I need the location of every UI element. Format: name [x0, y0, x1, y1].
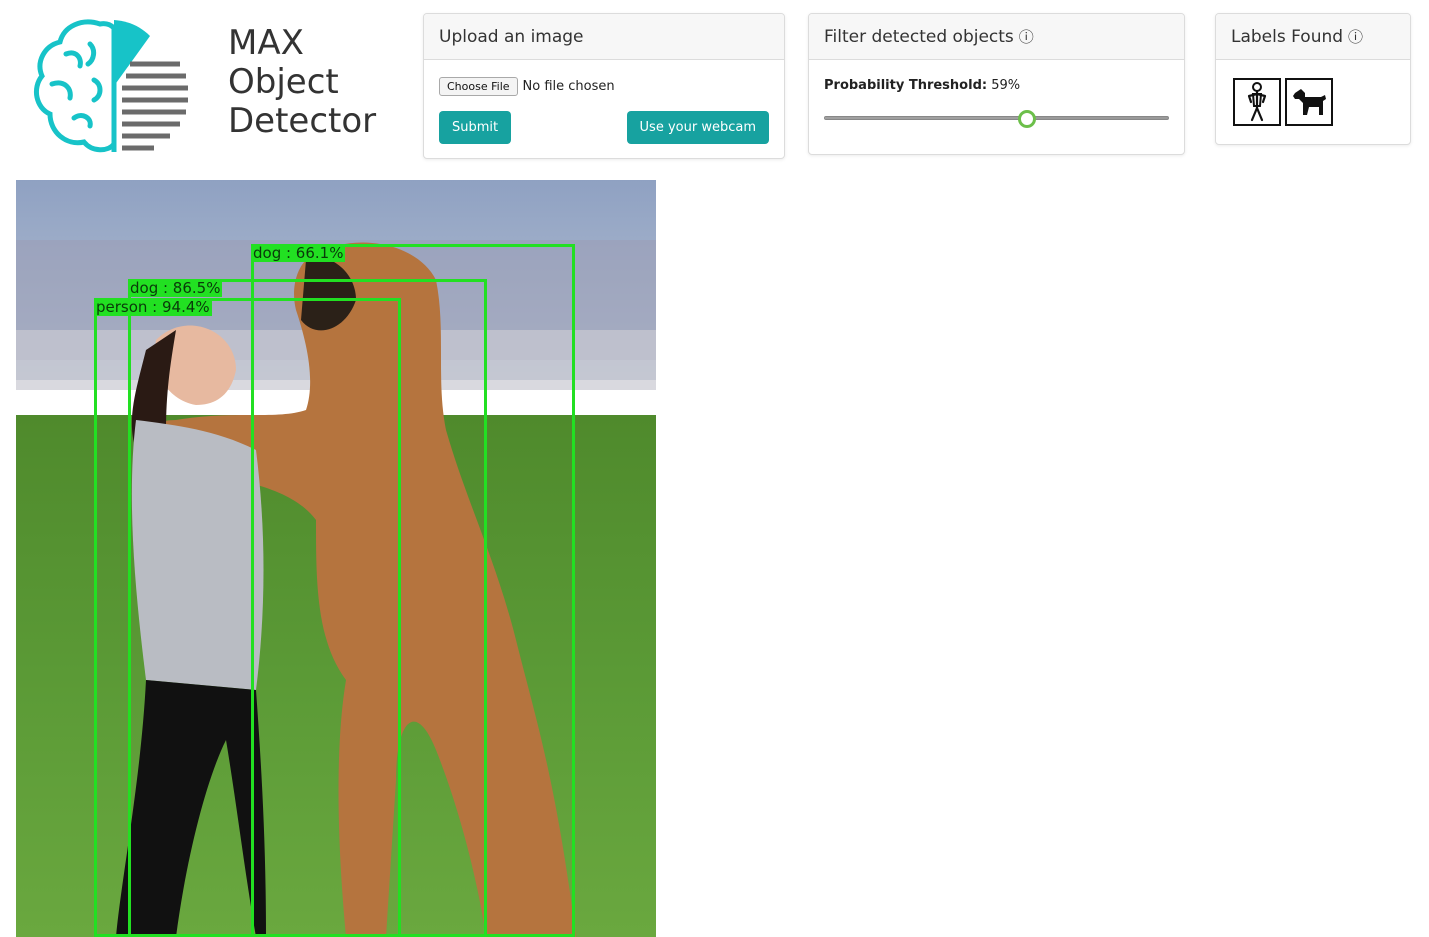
- threshold-readout: Probability Threshold: 59%: [824, 78, 1020, 93]
- filter-card: Filter detected objects ⓘ Probability Th…: [808, 13, 1185, 155]
- file-input: Choose File No file chosen: [439, 77, 615, 96]
- threshold-value: 59%: [991, 78, 1021, 93]
- labels-found-card: Labels Found ⓘ: [1215, 13, 1411, 145]
- labels-card-title: Labels Found: [1231, 26, 1344, 47]
- info-icon[interactable]: ⓘ: [1348, 26, 1363, 47]
- file-status-text: No file chosen: [522, 79, 615, 94]
- labels-card-header: Labels Found ⓘ: [1216, 14, 1410, 60]
- submit-button[interactable]: Submit: [439, 111, 512, 144]
- use-webcam-button[interactable]: Use your webcam: [626, 111, 769, 144]
- threshold-slider[interactable]: [824, 110, 1169, 128]
- threshold-label: Probability Threshold:: [824, 78, 988, 93]
- label-icon-list: [1233, 78, 1333, 126]
- app-title-line: Detector: [228, 101, 377, 141]
- upload-card: Upload an image Choose File No file chos…: [423, 13, 785, 159]
- app-title-line: Object: [228, 62, 339, 102]
- scene-photo: [16, 180, 656, 937]
- max-logo-icon: [30, 14, 200, 160]
- slider-thumb[interactable]: [1018, 110, 1037, 128]
- app-title-line: MAX: [228, 23, 304, 63]
- app-title: MAX Object Detector: [228, 24, 376, 141]
- filter-card-title: Filter detected objects: [824, 26, 1014, 47]
- choose-file-button[interactable]: Choose File: [439, 77, 518, 96]
- dog-icon[interactable]: [1285, 78, 1333, 126]
- info-icon[interactable]: ⓘ: [1019, 26, 1034, 47]
- person-icon[interactable]: [1233, 78, 1281, 126]
- upload-card-header: Upload an image: [424, 14, 784, 60]
- filter-card-header: Filter detected objects ⓘ: [809, 14, 1184, 60]
- upload-card-title: Upload an image: [439, 26, 584, 47]
- slider-fill: [825, 117, 1028, 119]
- detection-image: dog : 66.1% dog : 86.5% person : 94.4%: [16, 180, 656, 937]
